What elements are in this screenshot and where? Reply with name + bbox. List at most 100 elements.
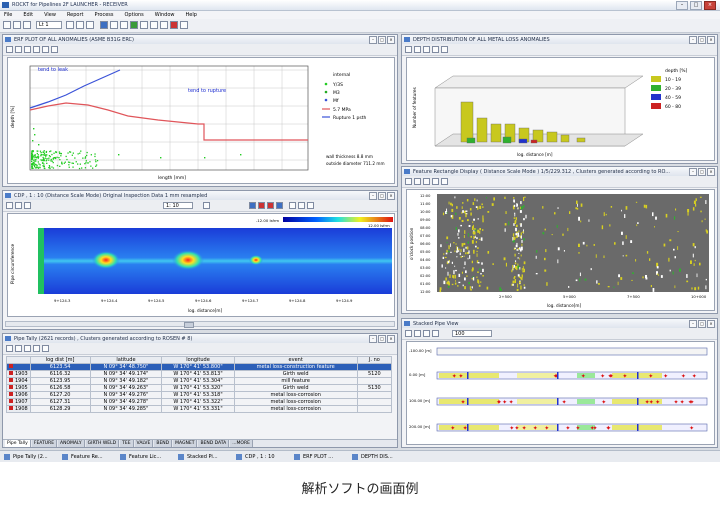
feature-marker-icon[interactable]: ✦ [622, 373, 627, 380]
copy-icon[interactable] [414, 178, 421, 185]
maximize-icon[interactable]: □ [378, 335, 386, 343]
feature-marker-icon[interactable]: ✦ [509, 425, 514, 432]
filter-icon[interactable] [432, 178, 439, 185]
cut-icon[interactable] [66, 21, 74, 29]
zoom-icon[interactable] [100, 21, 108, 29]
feature-marker-icon[interactable]: ✦ [565, 425, 570, 432]
settings-icon[interactable] [160, 21, 168, 29]
settings-icon[interactable] [24, 202, 31, 209]
maximize-icon[interactable]: □ [378, 36, 386, 44]
feature-marker-icon[interactable]: ✦ [562, 399, 567, 406]
print-icon[interactable] [405, 46, 412, 53]
zoom-out-icon[interactable] [432, 330, 439, 337]
feature-marker-icon[interactable]: ✦ [593, 425, 598, 432]
open-icon[interactable] [13, 21, 21, 29]
feature-marker-icon[interactable]: ✦ [680, 399, 685, 406]
col-longitude[interactable]: longitude [161, 356, 235, 364]
sheet-tab[interactable]: BEND [154, 440, 173, 447]
col-event[interactable]: event [233, 356, 358, 364]
print-icon[interactable] [405, 178, 412, 185]
menu-file[interactable]: File [4, 11, 12, 19]
feature-marker-icon[interactable]: ✦ [674, 399, 679, 406]
search-icon[interactable] [42, 345, 49, 352]
menu-edit[interactable]: Edit [23, 11, 33, 19]
menu-process[interactable]: Process [95, 11, 114, 19]
measure-icon[interactable] [289, 202, 296, 209]
zoom-in-icon[interactable] [423, 330, 430, 337]
feature-marker-icon[interactable]: ✦ [463, 425, 468, 432]
taskbar-item[interactable]: DEPTH DIS... [352, 453, 393, 461]
previous-icon[interactable] [258, 202, 265, 209]
maximize-icon[interactable]: □ [698, 36, 706, 44]
help-icon[interactable] [180, 21, 188, 29]
sheet-tab[interactable]: Pipe Tally [5, 440, 31, 447]
sheet-tab[interactable]: GIRTH WELD [85, 440, 120, 447]
taskbar-item[interactable]: CDP , 1 : 10 [236, 453, 275, 461]
zoom-in-icon[interactable] [423, 178, 430, 185]
taskbar-item[interactable]: Feature Lic... [120, 453, 161, 461]
save-icon[interactable] [23, 21, 31, 29]
feature-marker-icon[interactable]: ✦ [461, 399, 466, 406]
grid-icon[interactable] [140, 21, 148, 29]
copy-icon[interactable] [15, 202, 22, 209]
col-id[interactable] [6, 356, 31, 364]
copy-icon[interactable] [414, 330, 421, 337]
feature-marker-icon[interactable]: ✦ [496, 399, 501, 406]
zoom-in-icon[interactable] [423, 46, 430, 53]
paste-icon[interactable] [86, 21, 94, 29]
print-icon[interactable] [6, 202, 13, 209]
zoom-combo[interactable]: 1: 10 [163, 202, 193, 209]
sheet-tab[interactable]: TEE [120, 440, 134, 447]
zoom-in-icon[interactable] [24, 46, 31, 53]
minimize-icon[interactable]: – [676, 1, 688, 10]
scroll-thumb[interactable] [184, 322, 195, 328]
close-icon[interactable]: × [387, 36, 395, 44]
taskbar-item[interactable]: ERF PLOT ... [294, 453, 333, 461]
copy-icon[interactable] [414, 46, 421, 53]
feature-marker-icon[interactable]: ✦ [514, 425, 519, 432]
table-icon[interactable] [150, 21, 158, 29]
layers-icon[interactable] [307, 202, 314, 209]
last-icon[interactable] [276, 202, 283, 209]
tool-icon[interactable] [298, 202, 305, 209]
print-icon[interactable] [6, 46, 13, 53]
feature-plot-area[interactable]: 12:00 11:00 10:00 09:00 08:00 07:00 06:00 05:00… [406, 189, 715, 311]
stop-icon[interactable] [170, 21, 178, 29]
close-icon[interactable]: × [707, 168, 715, 176]
table-row[interactable]: 1904 6123.95 N 09° 34' 49.182" W 170° 41' 5… [6, 377, 393, 385]
feature-marker-icon[interactable]: ✦ [452, 373, 457, 380]
depth-plot-area[interactable]: Number of features log. distance [m] dep… [406, 57, 715, 161]
feature-marker-icon[interactable]: ✦ [601, 399, 606, 406]
sheet-tab[interactable]: VALVE [134, 440, 154, 447]
feature-marker-icon[interactable]: ✦ [450, 425, 455, 432]
print-icon[interactable] [6, 345, 13, 352]
table-row[interactable]: 1905 6126.58 N 09° 34' 49.263" W 170° 41' 5… [6, 384, 393, 392]
maximize-icon[interactable]: □ [698, 168, 706, 176]
erf-plot-area[interactable]: tend to leak tend to rupture length [mm]… [7, 57, 395, 184]
feature-marker-icon[interactable]: ✦ [522, 425, 527, 432]
stacked-plot-area[interactable]: -100.00 [m] 0.00 [m] ✦ ✦ ✦ ✦ ✦ ✦ ✦ ✦ ✦ ✦ ✦ ✦ ✦ ✦ 100.00 … [406, 341, 715, 445]
minimize-icon[interactable]: – [689, 320, 697, 328]
export-icon[interactable] [33, 345, 40, 352]
new-icon[interactable] [3, 21, 11, 29]
feature-marker-icon[interactable]: ✦ [663, 373, 668, 380]
feature-marker-icon[interactable]: ✦ [689, 425, 694, 432]
maximize-icon[interactable]: □ [690, 1, 702, 10]
save-icon[interactable] [441, 178, 448, 185]
minimize-icon[interactable]: – [369, 36, 377, 44]
save-icon[interactable] [441, 46, 448, 53]
menu-view[interactable]: View [44, 11, 56, 19]
feature-marker-icon[interactable]: ✦ [608, 373, 613, 380]
pipe-segment[interactable] [436, 347, 708, 356]
sheet-tab[interactable]: ANOMALY [58, 440, 85, 447]
feature-marker-icon[interactable]: ✦ [645, 399, 650, 406]
feature-marker-icon[interactable]: ✦ [509, 399, 514, 406]
sheet-tab[interactable]: ...MORE [230, 440, 253, 447]
first-icon[interactable] [249, 202, 256, 209]
feature-marker-icon[interactable]: ✦ [575, 425, 580, 432]
sort-icon[interactable] [24, 345, 31, 352]
taskbar-item[interactable]: Feature Re... [62, 453, 103, 461]
copy-icon[interactable] [15, 46, 22, 53]
table-row[interactable]: 1906 6127.20 N 09° 34' 49.276" W 170° 41' 5… [6, 391, 393, 399]
feature-marker-icon[interactable]: ✦ [689, 399, 694, 406]
